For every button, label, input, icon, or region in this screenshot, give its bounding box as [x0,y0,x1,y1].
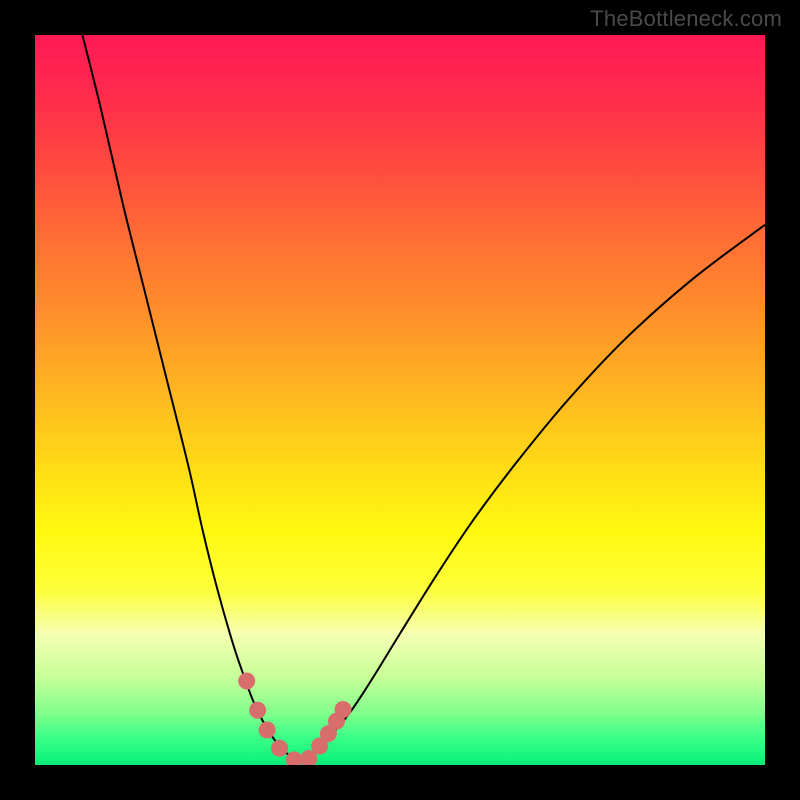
marker-point [259,721,276,738]
chart-frame: TheBottleneck.com [0,0,800,800]
marker-point [271,740,288,757]
curve-right [298,225,765,762]
marker-point [238,673,255,690]
marker-point [249,702,266,719]
curve-left [82,35,297,761]
marker-group [238,673,351,765]
plot-area [35,35,765,765]
curve-svg [35,35,765,765]
marker-point [335,701,352,718]
watermark-text: TheBottleneck.com [590,6,782,32]
